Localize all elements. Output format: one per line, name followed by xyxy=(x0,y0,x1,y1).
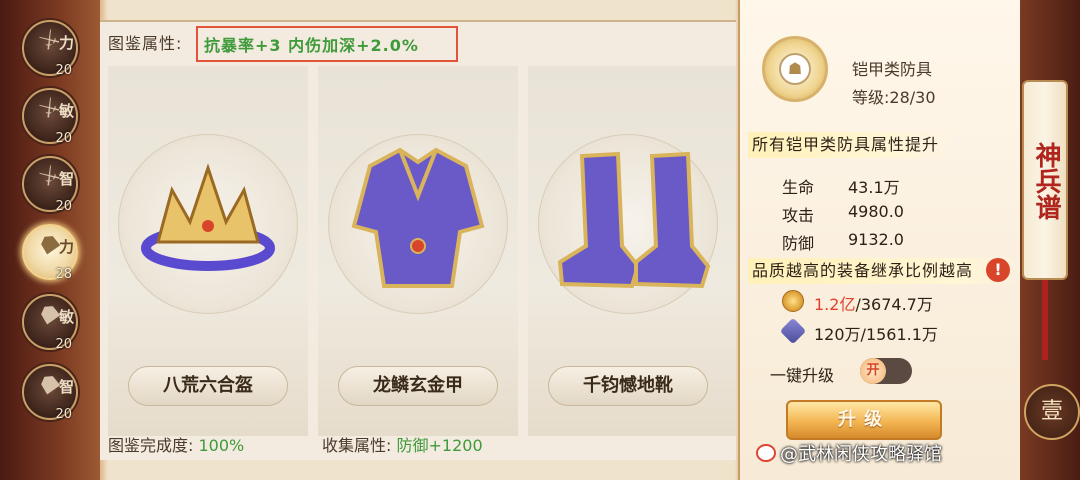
completion-label: 图鉴完成度: xyxy=(108,436,194,455)
category-button-strength-2[interactable]: ☗ 力 28 xyxy=(22,224,78,282)
helmet-icon xyxy=(141,163,275,271)
toggle-knob: 开 xyxy=(860,358,886,384)
category-level: 20 xyxy=(55,337,72,352)
stat-label-hp: 生命 xyxy=(782,178,815,197)
category-char: 敏 xyxy=(58,308,74,326)
watermark: @武林闲侠攻略驿馆 xyxy=(780,444,942,465)
category-level: 20 xyxy=(55,199,72,214)
card-name: 八荒六合盔 xyxy=(128,366,288,406)
stat-value-hp: 43.1万 xyxy=(848,178,900,197)
category-char: 力 xyxy=(58,238,74,256)
collect-stat: 收集属性: 防御+1200 xyxy=(322,432,483,456)
equipment-type: 铠甲类防具 xyxy=(852,60,933,79)
equipment-card-helmet[interactable]: 八荒六合盔 xyxy=(108,66,308,436)
card-name: 千钧憾地靴 xyxy=(548,366,708,406)
category-level: 28 xyxy=(55,267,72,282)
category-char: 敏 xyxy=(58,102,74,120)
bonus-title: 所有铠甲类防具属性提升 xyxy=(748,132,954,158)
category-char: 力 xyxy=(58,34,74,52)
coin-icon xyxy=(782,290,804,312)
attr-value: 抗暴率+3 内伤加深+2.0% xyxy=(204,36,419,55)
equipment-level: 等级:28/30 xyxy=(852,88,936,107)
attr-label: 图鉴属性: xyxy=(108,34,183,53)
armor-type-icon: ☗ xyxy=(779,53,811,85)
onekey-upgrade-label: 一键升级 xyxy=(770,366,835,385)
upgrade-button[interactable]: 升级 xyxy=(786,400,942,440)
completion-stat: 图鉴完成度: 100% xyxy=(108,432,244,456)
category-level: 20 xyxy=(55,63,72,78)
category-column: ⚔ 力 20 ⚔ 敏 20 ⚔ 智 20 ☗ 力 28 ☗ 敏 20 ☗ 智 2… xyxy=(0,0,100,480)
category-button-agility-2[interactable]: ☗ 敏 20 xyxy=(22,294,78,352)
collect-label: 收集属性: xyxy=(322,436,392,455)
warning-icon[interactable]: ! xyxy=(986,258,1010,282)
category-char: 智 xyxy=(58,378,74,396)
collect-value: 防御+1200 xyxy=(396,436,483,455)
weibo-icon xyxy=(756,444,776,462)
crystal-cost-need: 120万 xyxy=(814,325,861,344)
coin-cost: 1.2亿/3674.7万 xyxy=(814,291,933,315)
coin-cost-need: 1.2亿 xyxy=(814,295,856,314)
crystal-cost: 120万/1561.1万 xyxy=(814,321,938,345)
card-name: 龙鳞玄金甲 xyxy=(338,366,498,406)
armor-icon xyxy=(351,147,485,288)
category-button-strength-1[interactable]: ⚔ 力 20 xyxy=(22,20,78,78)
stat-value-defense: 9132.0 xyxy=(848,230,904,249)
tassel-decoration xyxy=(1042,280,1048,360)
category-button-wisdom-1[interactable]: ⚔ 智 20 xyxy=(22,156,78,214)
onekey-upgrade-toggle[interactable]: 开 xyxy=(860,358,912,384)
inherit-note: 品质越高的装备继承比例越高 xyxy=(748,258,1018,284)
crystal-cost-have: /1561.1万 xyxy=(860,325,938,344)
shenbingpu-scroll[interactable]: 神兵谱 xyxy=(1022,80,1068,280)
category-level: 20 xyxy=(55,131,72,146)
crystal-icon xyxy=(779,317,807,345)
boots-icon xyxy=(557,151,711,289)
scroll-title: 神兵谱 xyxy=(1031,142,1061,220)
stat-label-attack: 攻击 xyxy=(782,206,815,225)
stat-value-attack: 4980.0 xyxy=(848,202,904,221)
category-button-agility-1[interactable]: ⚔ 敏 20 xyxy=(22,88,78,146)
equipment-card-boots[interactable]: 千钧憾地靴 xyxy=(528,66,736,436)
category-char: 智 xyxy=(58,170,74,188)
completion-value: 100% xyxy=(198,436,245,455)
equipment-type-badge: ☗ xyxy=(762,36,828,102)
coin-cost-have: /3674.7万 xyxy=(855,295,933,314)
stat-label-defense: 防御 xyxy=(782,234,815,253)
collection-panel: 图鉴属性: 抗暴率+3 内伤加深+2.0% 八荒六合盔 龙鳞玄金甲 千钧憾地靴 … xyxy=(100,20,736,460)
category-level: 20 xyxy=(55,407,72,422)
page-button[interactable]: 壹 xyxy=(1024,384,1080,440)
category-button-wisdom-2[interactable]: ☗ 智 20 xyxy=(22,364,78,422)
upgrade-info-panel: ☗ 铠甲类防具 等级:28/30 所有铠甲类防具属性提升 生命 43.1万 攻击… xyxy=(738,0,1020,480)
equipment-card-armor[interactable]: 龙鳞玄金甲 xyxy=(318,66,518,436)
